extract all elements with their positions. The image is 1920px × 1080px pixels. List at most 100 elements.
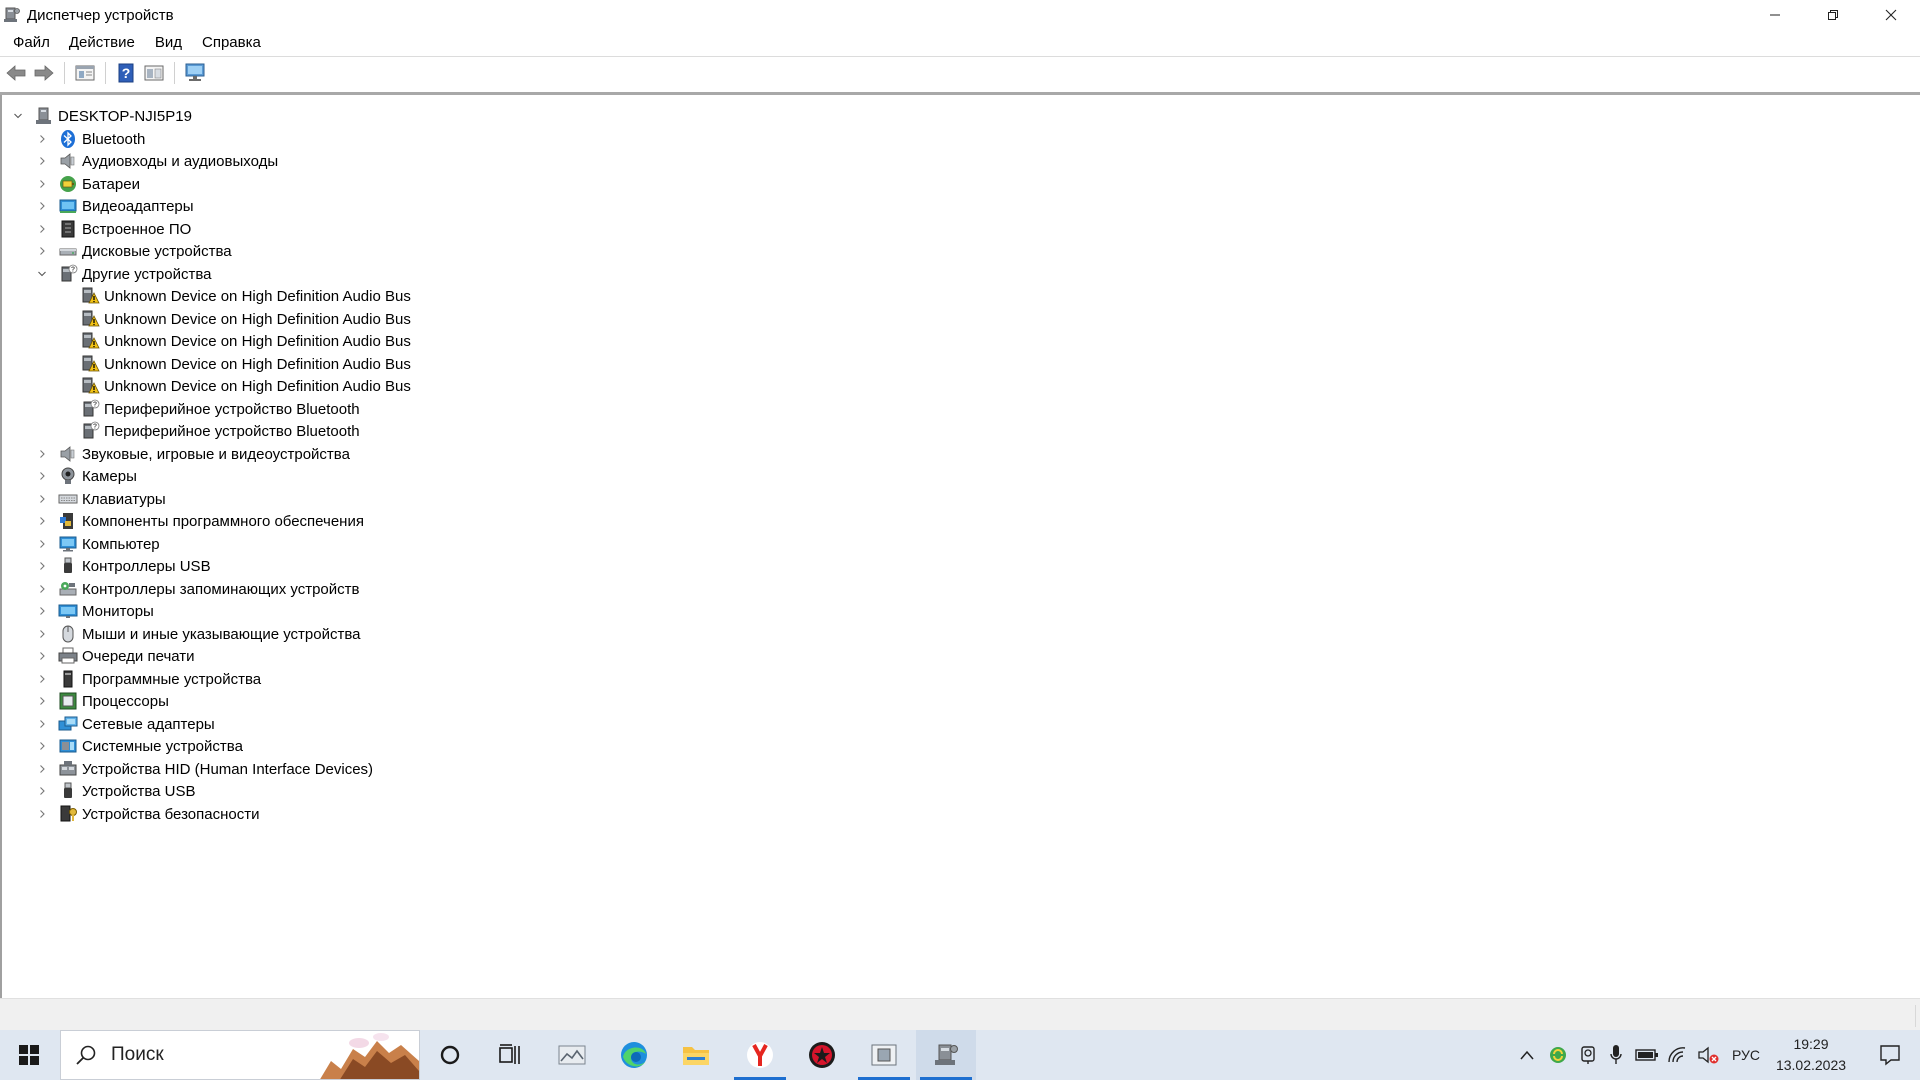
tree-device[interactable]: Unknown Device on High Definition Audio … — [80, 353, 411, 375]
chevron-down-icon[interactable] — [12, 110, 24, 122]
chevron-right-icon[interactable] — [36, 200, 48, 212]
close-button[interactable] — [1862, 0, 1920, 30]
tree-category[interactable]: Мониторы — [36, 600, 154, 622]
tree-category[interactable]: Контроллеры запоминающих устройств — [36, 578, 359, 600]
yandex-browser-button[interactable] — [730, 1030, 790, 1080]
tree-item-label: Bluetooth — [82, 130, 146, 148]
search-highlight-image — [319, 1031, 419, 1079]
chevron-right-icon[interactable] — [36, 718, 48, 730]
chevron-down-icon[interactable] — [36, 268, 48, 280]
chevron-right-icon[interactable] — [36, 133, 48, 145]
chevron-right-icon[interactable] — [36, 785, 48, 797]
tree-category[interactable]: Системные устройства — [36, 735, 243, 757]
chevron-right-icon[interactable] — [36, 515, 48, 527]
restore-button[interactable] — [1804, 0, 1862, 30]
tray-sync-button[interactable] — [1545, 1030, 1571, 1080]
tree-root[interactable]: DESKTOP-NJI5P19 — [12, 105, 192, 127]
tree-category[interactable]: ? Другие устройства — [36, 263, 211, 285]
chevron-right-icon[interactable] — [36, 538, 48, 550]
battery-icon — [58, 174, 78, 194]
tray-camera-button[interactable] — [1575, 1030, 1601, 1080]
action-center-button[interactable] — [1862, 1030, 1918, 1080]
chevron-right-icon[interactable] — [36, 583, 48, 595]
tree-category[interactable]: Камеры — [36, 465, 137, 487]
tree-category[interactable]: Программные устройства — [36, 668, 261, 690]
minimize-button[interactable] — [1746, 0, 1804, 30]
scan-hardware-button[interactable] — [181, 60, 209, 86]
show-hidden-icons-button[interactable] — [1514, 1030, 1540, 1080]
tree-category[interactable]: Компоненты программного обеспечения — [36, 510, 364, 532]
chevron-right-icon[interactable] — [36, 493, 48, 505]
back-button[interactable] — [2, 60, 30, 86]
tray-volume-button[interactable] — [1694, 1030, 1722, 1080]
chevron-right-icon[interactable] — [36, 155, 48, 167]
search-placeholder: Поиск — [111, 1044, 164, 1065]
tree-category[interactable]: Очереди печати — [36, 645, 195, 667]
tree-category[interactable]: Сетевые адаптеры — [36, 713, 215, 735]
red-app-icon — [809, 1042, 835, 1068]
system-app-button[interactable] — [854, 1030, 914, 1080]
tree-category[interactable]: Процессоры — [36, 690, 169, 712]
menu-view[interactable]: Вид — [145, 32, 192, 54]
tree-category[interactable]: Контроллеры USB — [36, 555, 211, 577]
tree-category[interactable]: Батареи — [36, 173, 140, 195]
chevron-right-icon[interactable] — [36, 695, 48, 707]
chevron-right-icon[interactable] — [36, 245, 48, 257]
tree-category[interactable]: Аудиовходы и аудиовыходы — [36, 150, 278, 172]
chevron-right-icon[interactable] — [36, 178, 48, 190]
chevron-right-icon[interactable] — [36, 470, 48, 482]
tree-category[interactable]: Дисковые устройства — [36, 240, 232, 262]
software-component-icon — [58, 511, 78, 531]
tree-category[interactable]: Мыши и иные указывающие устройства — [36, 623, 360, 645]
task-view-button[interactable] — [480, 1030, 540, 1080]
menu-file[interactable]: Файл — [0, 32, 59, 54]
menu-action[interactable]: Действие — [59, 32, 145, 54]
tree-device[interactable]: ? Периферийное устройство Bluetooth — [80, 420, 360, 442]
start-button[interactable] — [0, 1030, 58, 1080]
tree-category[interactable]: Bluetooth — [36, 128, 145, 150]
chevron-right-icon[interactable] — [36, 560, 48, 572]
tree-device[interactable]: Unknown Device on High Definition Audio … — [80, 330, 411, 352]
chevron-right-icon[interactable] — [36, 808, 48, 820]
chevron-right-icon[interactable] — [36, 223, 48, 235]
tree-device[interactable]: Unknown Device on High Definition Audio … — [80, 285, 411, 307]
forward-icon — [34, 65, 54, 81]
tree-category[interactable]: Видеоадаптеры — [36, 195, 194, 217]
tray-microphone-button[interactable] — [1604, 1030, 1628, 1080]
red-app-button[interactable] — [792, 1030, 852, 1080]
input-language-button[interactable]: РУС — [1726, 1030, 1766, 1080]
tree-category[interactable]: Устройства безопасности — [36, 803, 259, 825]
cortana-button[interactable] — [420, 1030, 480, 1080]
tree-category[interactable]: Встроенное ПО — [36, 218, 191, 240]
forward-button[interactable] — [30, 60, 58, 86]
clock[interactable]: 19:29 13.02.2023 — [1768, 1034, 1854, 1076]
taskbar: Поиск РУС 19:29 13.02.2023 — [0, 1030, 1920, 1080]
properties-button[interactable] — [71, 60, 99, 86]
file-explorer-button[interactable] — [666, 1030, 726, 1080]
tree-device[interactable]: Unknown Device on High Definition Audio … — [80, 375, 411, 397]
tree-category[interactable]: Устройства USB — [36, 780, 195, 802]
edge-button[interactable] — [604, 1030, 664, 1080]
chevron-right-icon[interactable] — [36, 448, 48, 460]
device-tree[interactable]: DESKTOP-NJI5P19 Bluetooth Аудиовходы и ауд… — [0, 95, 1920, 998]
chevron-right-icon[interactable] — [36, 628, 48, 640]
tray-network-button[interactable] — [1664, 1030, 1692, 1080]
tree-device[interactable]: Unknown Device on High Definition Audio … — [80, 308, 411, 330]
tree-category[interactable]: Компьютер — [36, 533, 160, 555]
taskbar-search[interactable]: Поиск — [60, 1030, 420, 1080]
chevron-right-icon[interactable] — [36, 650, 48, 662]
tray-battery-button[interactable] — [1633, 1030, 1661, 1080]
update-driver-button[interactable] — [140, 60, 168, 86]
chevron-right-icon[interactable] — [36, 740, 48, 752]
chevron-right-icon[interactable] — [36, 605, 48, 617]
tree-category[interactable]: Клавиатуры — [36, 488, 166, 510]
tree-category[interactable]: Устройства HID (Human Interface Devices) — [36, 758, 373, 780]
help-button[interactable]: ? — [112, 60, 140, 86]
device-manager-taskbar-button[interactable] — [916, 1030, 976, 1080]
chevron-right-icon[interactable] — [36, 673, 48, 685]
tree-device[interactable]: ? Периферийное устройство Bluetooth — [80, 398, 360, 420]
tree-category[interactable]: Звуковые, игровые и видеоустройства — [36, 443, 350, 465]
photos-app-button[interactable] — [542, 1030, 602, 1080]
menu-help[interactable]: Справка — [192, 32, 271, 54]
chevron-right-icon[interactable] — [36, 763, 48, 775]
